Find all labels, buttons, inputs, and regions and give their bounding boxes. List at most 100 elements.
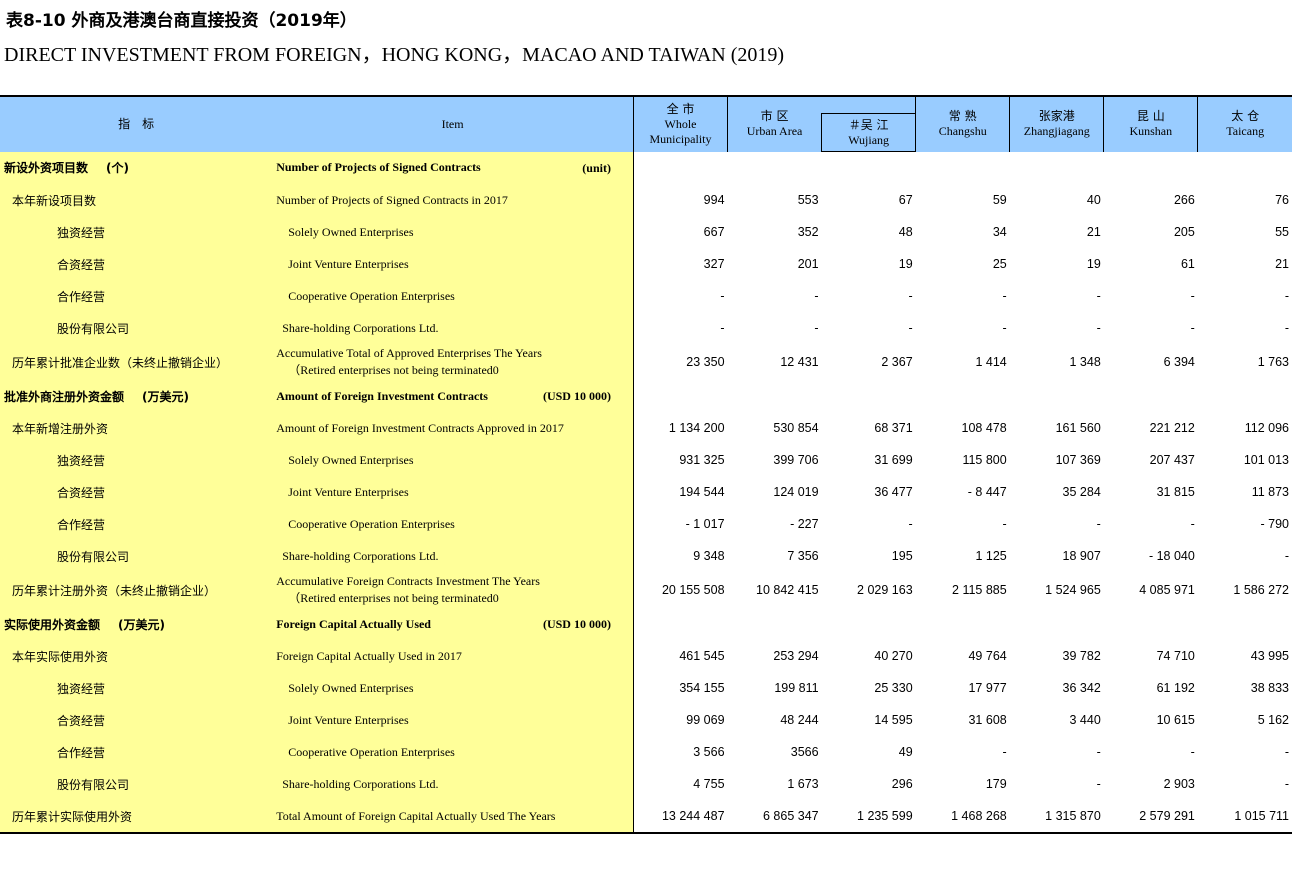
section-unit-cn: (个) xyxy=(106,161,129,176)
value-cell: 36 342 xyxy=(1062,681,1101,695)
value-cell: 112 096 xyxy=(1244,421,1289,435)
header-urban-cn: 市 区 xyxy=(760,109,789,124)
value-cell: 1 348 xyxy=(1069,355,1101,369)
value-cell: 205 xyxy=(1173,225,1195,239)
table-header: 指 标 Item 全 市 Whole Municipality 市 区 Urba… xyxy=(0,95,1292,152)
value-cell: 2 029 163 xyxy=(857,583,913,597)
empty-cell xyxy=(1198,152,1292,185)
header-urban-en: Urban Area xyxy=(746,124,803,139)
section-unit-en: (USD 10 000) xyxy=(542,389,611,403)
value-cell: 399 706 xyxy=(773,453,819,467)
value-cell: 17 977 xyxy=(968,681,1007,695)
value-cell: - 790 xyxy=(1260,517,1290,531)
value-cell: 3566 xyxy=(790,745,819,759)
section-header-row: 实际使用外资金额 (万美元) Foreign Capital Actually Us… xyxy=(0,608,1292,640)
header-indicator: 指 标 xyxy=(0,95,273,152)
table-row: 合资经营 Joint Venture Enterprises 327 201 19 25 1… xyxy=(0,248,1292,280)
header-item: Item xyxy=(272,95,634,152)
item-en: Number of Projects of Signed Contracts i… xyxy=(272,184,634,216)
indicator-cn: 本年实际使用外资 xyxy=(0,640,273,672)
header-zhangjiagang: 张家港 Zhangjiagang xyxy=(1009,95,1104,152)
empty-cell xyxy=(1010,152,1104,185)
value-cell: - xyxy=(908,517,913,531)
value-cell: 199 811 xyxy=(774,681,819,695)
value-cell: 461 545 xyxy=(679,649,725,663)
indicator-cn: 独资经营 xyxy=(0,444,273,476)
indicator-cn: 合资经营 xyxy=(0,248,273,280)
value-cell: 1 235 599 xyxy=(821,800,916,834)
indicator-cn: 历年累计批准企业数（未终止撤销企业） xyxy=(0,344,273,380)
table-row: 历年累计注册外资（未终止撤销企业） Accumulative Foreign Co… xyxy=(0,572,1292,608)
section-title-en: Number of Projects of Signed Contracts (u… xyxy=(272,151,634,184)
value-cell: 21 xyxy=(1086,225,1101,239)
table-title-en: DIRECT INVESTMENT FROM FOREIGN，HONG KONG… xyxy=(4,44,785,66)
table-row: 历年累计批准企业数（未终止撤销企业） Accumulative Total of … xyxy=(0,344,1292,380)
item-en: Cooperative Operation Enterprises xyxy=(272,280,634,312)
table-row: 本年新设项目数 Number of Projects of Signed Cont… xyxy=(0,184,1292,216)
section-unit-en: (unit) xyxy=(582,160,611,175)
value-cell: 667 xyxy=(703,225,725,239)
indicator-cn: 股份有限公司 xyxy=(0,312,273,344)
value-cell: 107 369 xyxy=(1055,453,1101,467)
table-row: 股份有限公司 Share-holding Corporations Ltd. 4 7… xyxy=(0,768,1292,800)
indicator-cn: 股份有限公司 xyxy=(0,540,273,572)
value-cell: 3 566 xyxy=(693,745,725,759)
value-cell: 74 710 xyxy=(1156,649,1195,663)
empty-cell xyxy=(916,152,1010,185)
value-cell: 4 755 xyxy=(693,777,725,791)
item-en: Share-holding Corporations Ltd. xyxy=(272,312,634,344)
value-cell: - xyxy=(1096,745,1101,759)
section-title-cn: 新设外资项目数 (个) xyxy=(0,151,273,184)
value-cell: 1 134 200 xyxy=(668,421,725,435)
value-cell: 1 673 xyxy=(787,777,819,791)
header-zhangjiagang-cn: 张家港 xyxy=(1038,109,1075,124)
value-cell: - xyxy=(1190,745,1195,759)
table-row: 合作经营 Cooperative Operation Enterprises - 1… xyxy=(0,508,1292,540)
empty-cell xyxy=(633,380,727,412)
value-cell: 49 764 xyxy=(968,649,1007,663)
value-cell: 13 244 487 xyxy=(633,800,728,834)
value-cell: - 8 447 xyxy=(967,485,1007,499)
value-cell: 14 595 xyxy=(874,713,913,727)
value-cell: - xyxy=(1096,321,1101,335)
value-cell: - xyxy=(1190,517,1195,531)
value-cell: 10 615 xyxy=(1156,713,1195,727)
value-cell: 201 xyxy=(797,257,819,271)
item-en: Joint Venture Enterprises xyxy=(272,704,634,736)
value-cell: - xyxy=(1096,777,1101,791)
header-kunshan: 昆 山 Kunshan xyxy=(1103,95,1198,152)
header-wujiang: ＃吴 江 Wujiang xyxy=(821,113,917,152)
value-cell: 179 xyxy=(985,777,1007,791)
indicator-cn: 本年新设项目数 xyxy=(0,184,273,216)
table-row: 合资经营 Joint Venture Enterprises 194 544 124 … xyxy=(0,476,1292,508)
section-unit-cn: (万美元) xyxy=(142,389,189,404)
value-cell: 352 xyxy=(797,225,819,239)
value-cell: 1 468 268 xyxy=(915,800,1010,834)
indicator-cn: 独资经营 xyxy=(0,672,273,704)
item-en-line1: Accumulative Foreign Contracts Investmen… xyxy=(276,574,540,588)
header-whole-cn: 全 市 xyxy=(666,101,695,116)
empty-cell xyxy=(1198,608,1292,640)
value-cell: 67 xyxy=(898,193,913,207)
indicator-cn: 独资经营 xyxy=(0,216,273,248)
value-cell: 2 579 291 xyxy=(1103,800,1198,834)
value-cell: 2 367 xyxy=(881,355,913,369)
item-en: Accumulative Total of Approved Enterpris… xyxy=(272,344,634,380)
value-cell: - xyxy=(814,289,819,303)
item-en: Solely Owned Enterprises xyxy=(272,216,634,248)
section-unit-cn: (万美元) xyxy=(118,617,165,632)
empty-cell xyxy=(1104,152,1198,185)
value-cell: - xyxy=(1002,289,1007,303)
value-cell: 31 608 xyxy=(968,713,1007,727)
header-taicang-cn: 太 仓 xyxy=(1231,109,1260,124)
value-cell: 10 842 415 xyxy=(756,583,819,597)
indicator-cn: 合资经营 xyxy=(0,476,273,508)
item-en-line2: （Retired enterprises not being terminate… xyxy=(288,591,499,605)
value-cell: - xyxy=(1284,549,1289,563)
empty-cell xyxy=(822,608,916,640)
item-en: Share-holding Corporations Ltd. xyxy=(272,768,634,800)
indicator-cn: 历年累计注册外资（未终止撤销企业） xyxy=(0,572,273,608)
value-cell: 55 xyxy=(1275,225,1289,239)
value-cell: - xyxy=(908,321,913,335)
value-cell: 61 192 xyxy=(1156,681,1195,695)
